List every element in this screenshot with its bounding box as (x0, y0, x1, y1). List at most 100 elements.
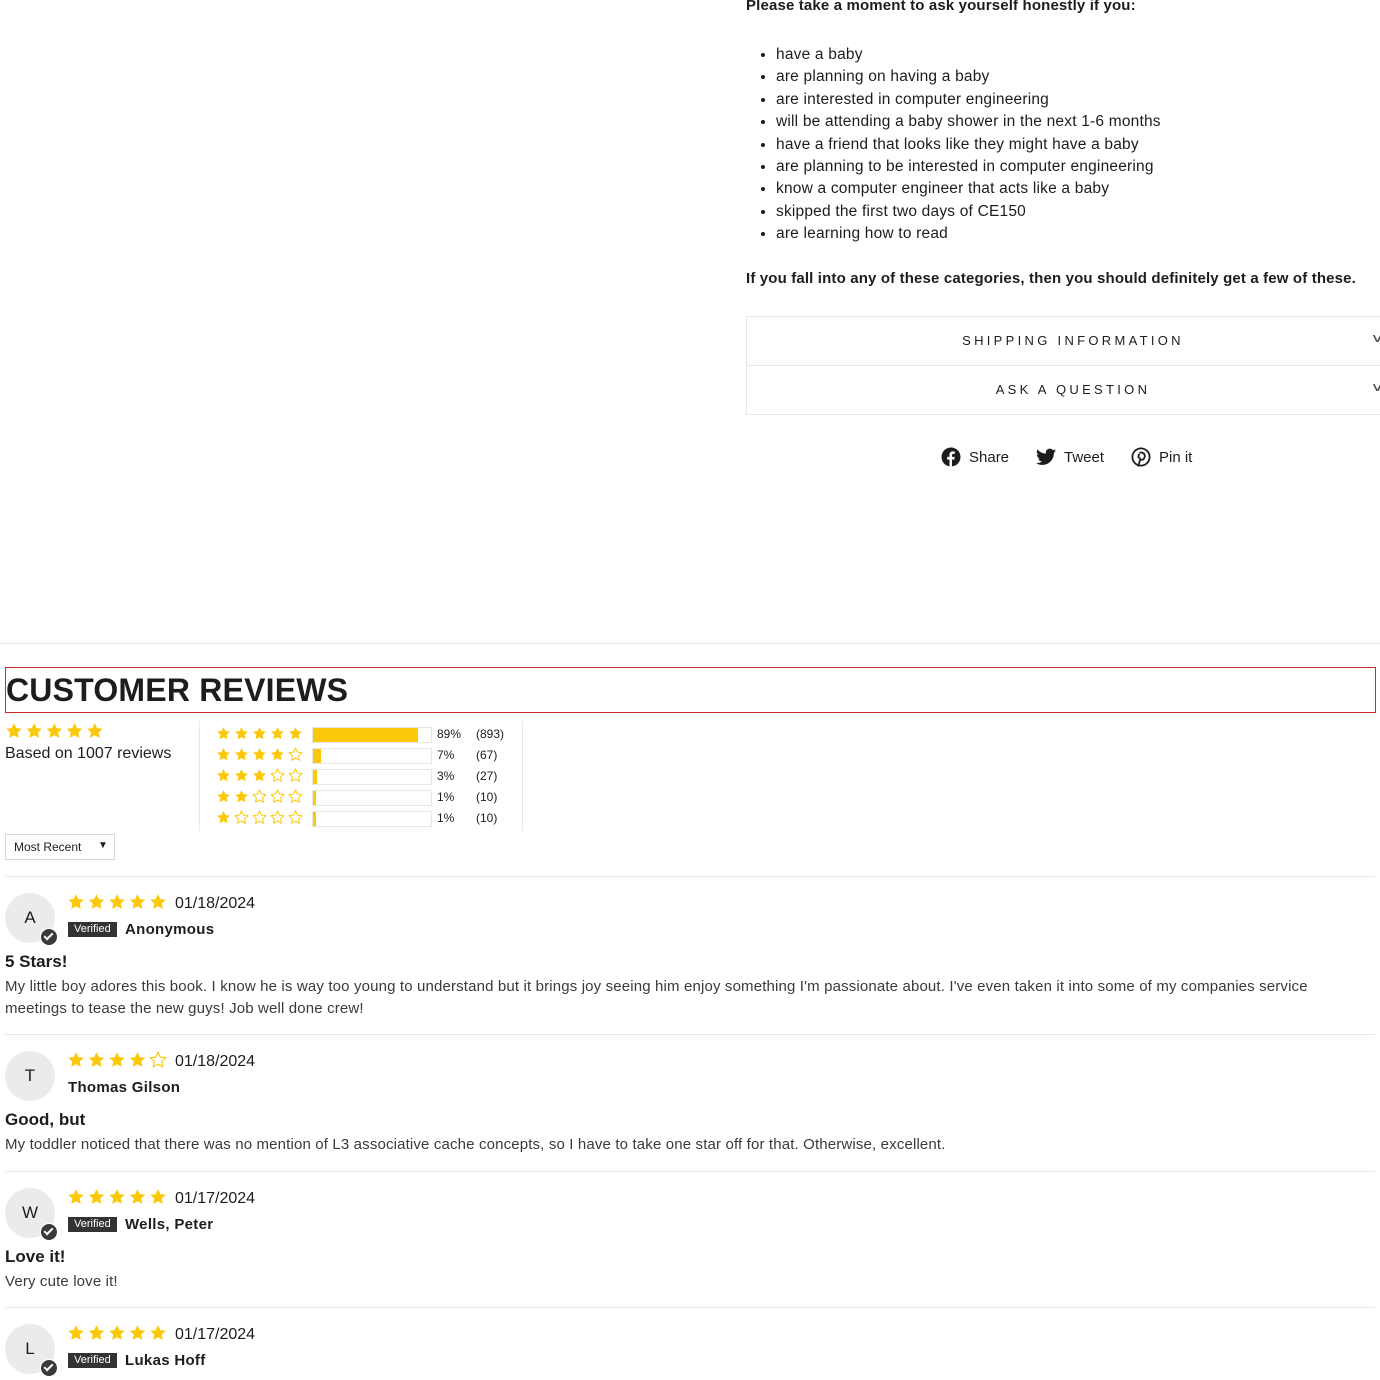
histogram-stars (216, 789, 303, 809)
star-filled-icon (150, 894, 166, 909)
description-item: are planning on having a baby (776, 66, 1376, 88)
histogram-stars (216, 747, 303, 767)
section-divider (0, 643, 1380, 644)
ask-a-question-label: ASK A QUESTION (995, 382, 1151, 397)
avatar: T (5, 1051, 55, 1101)
review-title: Love it! (5, 1247, 66, 1266)
review-author: Lukas Hoff (125, 1352, 206, 1369)
chevron-down-icon: ∨ (1370, 380, 1380, 394)
review-body: My toddler noticed that there was no men… (5, 1136, 946, 1153)
star-empty-icon (288, 789, 303, 803)
share-facebook-link[interactable]: Share (941, 446, 1009, 468)
verified-check-icon (40, 1223, 58, 1241)
star-empty-icon (288, 810, 303, 824)
sort-selected-value: Most Recent (14, 840, 82, 854)
review-stars (67, 1324, 167, 1347)
avatar-initial: W (21, 1203, 39, 1222)
histogram-row-5[interactable]: 89% (893) (216, 726, 516, 743)
star-empty-icon (252, 789, 267, 803)
avatar: A (5, 893, 58, 946)
share-facebook-label: Share (969, 448, 1010, 466)
shipping-information-toggle[interactable]: SHIPPING INFORMATION ∨ (747, 317, 1380, 366)
star-filled-icon (88, 1325, 105, 1340)
star-filled-icon (129, 894, 146, 909)
description-outro: If you fall into any of these categories… (746, 270, 1356, 287)
ask-a-question-toggle[interactable]: ASK A QUESTION ∨ (747, 366, 1380, 414)
histogram-bar-fill (313, 728, 419, 742)
histogram-bar-fill (313, 770, 317, 784)
histogram-percent: 1% (437, 790, 455, 804)
twitter-icon (1036, 448, 1056, 465)
share-twitter-link[interactable]: Tweet (1036, 446, 1104, 468)
histogram-bar (312, 727, 432, 743)
star-filled-icon (271, 747, 284, 761)
shipping-information-label: SHIPPING INFORMATION (962, 333, 1184, 348)
star-filled-icon (129, 1325, 146, 1340)
histogram-bar-fill (313, 791, 316, 805)
description-item: have a friend that looks like they might… (776, 134, 1376, 156)
share-pinterest-link[interactable]: Pin it (1131, 446, 1192, 468)
star-filled-icon (87, 723, 103, 738)
review-body: My little boy adores this book. I know h… (5, 978, 1308, 1017)
chevron-down-icon: ∨ (1370, 331, 1380, 345)
star-filled-icon (253, 768, 266, 782)
star-filled-icon (271, 726, 284, 740)
star-filled-icon (235, 768, 248, 782)
facebook-icon (941, 447, 961, 467)
star-filled-icon (26, 723, 42, 738)
star-filled-icon (217, 726, 230, 740)
histogram-row-4[interactable]: 7% (67) (216, 747, 516, 764)
histogram-percent: 89% (437, 727, 462, 741)
histogram-bar (312, 790, 432, 806)
histogram-bar-fill (313, 749, 322, 763)
sort-select[interactable]: Most Recent ▼ (5, 834, 115, 860)
review-stars (67, 893, 167, 916)
verified-badge: Verified (68, 1353, 117, 1368)
star-filled-icon (88, 1052, 105, 1067)
caret-down-icon: ▼ (98, 840, 108, 851)
histogram-count: (893) (476, 727, 505, 741)
pinterest-icon (1131, 447, 1151, 467)
star-filled-icon (235, 747, 248, 761)
reviews-title-box: CUSTOMER REVIEWS (5, 667, 1376, 713)
histogram-percent: 1% (437, 811, 455, 825)
average-rating-stars (5, 722, 104, 745)
description-intro: Please take a moment to ask yourself hon… (746, 0, 1136, 14)
histogram-row-3[interactable]: 3% (27) (216, 768, 516, 785)
review-stars (67, 1051, 167, 1074)
star-filled-icon (66, 723, 83, 738)
review-title: 5 Stars! (5, 952, 68, 971)
star-filled-icon (289, 726, 302, 740)
description-item: skipped the first two days of CE150 (776, 201, 1376, 223)
star-filled-icon (217, 768, 230, 782)
star-filled-icon (129, 1189, 146, 1204)
histogram-row-1[interactable]: 1% (10) (216, 810, 516, 827)
product-accordion: SHIPPING INFORMATION ∨ ASK A QUESTION ∨ (746, 316, 1380, 415)
verified-badge: Verified (68, 1217, 117, 1232)
description-item: are planning to be interested in compute… (776, 156, 1376, 178)
histogram-bar-fill (313, 812, 316, 826)
avatar-initial: L (25, 1339, 35, 1358)
star-filled-icon (235, 789, 248, 803)
star-filled-icon (46, 723, 63, 738)
star-empty-icon (270, 768, 285, 782)
share-twitter-label: Tweet (1064, 448, 1105, 466)
histogram-percent: 3% (437, 769, 455, 783)
verified-check-icon (40, 928, 58, 946)
description-item: have a baby (776, 44, 1376, 66)
star-filled-icon (217, 789, 230, 803)
review-title: Good, but (5, 1110, 86, 1129)
histogram-count: (10) (476, 790, 498, 804)
avatar-initial: A (24, 908, 36, 927)
star-empty-icon (270, 810, 285, 824)
star-filled-icon (129, 1052, 146, 1067)
share-pinterest-label: Pin it (1159, 448, 1193, 466)
star-filled-icon (109, 1052, 125, 1067)
star-empty-icon (149, 1051, 167, 1068)
review-date: 01/18/2024 (175, 1053, 256, 1070)
review-date: 01/17/2024 (175, 1190, 256, 1207)
histogram-row-2[interactable]: 1% (10) (216, 789, 516, 806)
rating-histogram: 89% (893) 7% (67) 3% (27) 1% (10) 1% (10… (199, 721, 523, 831)
star-filled-icon (109, 894, 125, 909)
histogram-bar (312, 748, 432, 764)
